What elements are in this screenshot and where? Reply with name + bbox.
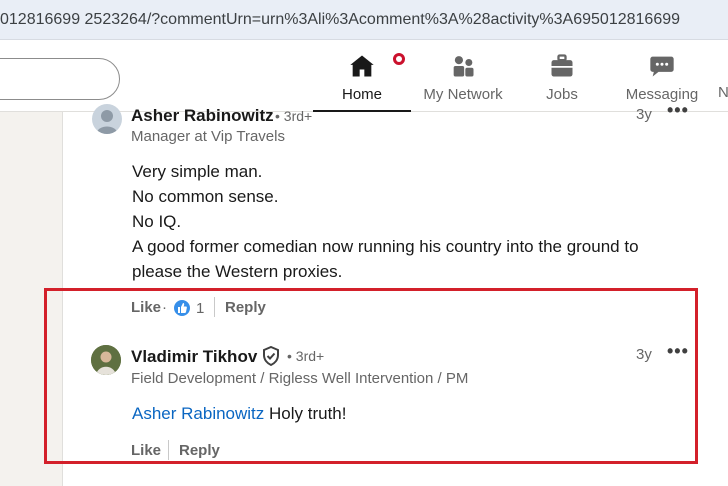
comment-timestamp: 3y [636,106,652,123]
highlight-box [44,288,698,464]
home-icon [313,51,411,84]
briefcase-icon [528,52,596,84]
comment-body-line: No IQ. [132,212,182,231]
nav-jobs-label: Jobs [546,86,578,103]
nav-messaging[interactable]: Messaging [622,50,702,112]
commenter-name[interactable]: Asher Rabinowitz [131,106,274,126]
nav-my-network-label: My Network [423,86,503,103]
chat-icon [622,52,702,84]
comment-body-line: please the Western proxies. [132,262,343,281]
nav-jobs[interactable]: Jobs [528,50,596,112]
top-nav: Home My Network Jobs Messaging N [0,40,728,112]
nav-notifications[interactable]: N [718,50,728,112]
commenter-headline: Manager at Vip Travels [131,128,285,145]
nav-home[interactable]: Home [313,50,411,112]
people-icon [420,52,506,84]
comment-body-line: Very simple man. [132,162,263,181]
comment-more-icon[interactable]: ••• [667,100,689,121]
nav-notifications-label: N [718,84,728,101]
commenter-degree: • 3rd+ [275,108,313,124]
notification-badge [391,51,407,67]
search-input[interactable] [0,58,120,100]
comment-body-line: A good former comedian now running his c… [132,237,639,256]
url-text[interactable]: 012816699 2523264/?commentUrn=urn%3Ali%3… [0,11,680,29]
nav-home-label: Home [341,86,382,103]
commenter-avatar[interactable] [92,104,122,134]
nav-my-network[interactable]: My Network [420,50,506,112]
browser-url-bar[interactable]: 012816699 2523264/?commentUrn=urn%3Ali%3… [0,0,728,40]
nav-messaging-label: Messaging [625,86,699,103]
comment-body-line: No common sense. [132,187,279,206]
